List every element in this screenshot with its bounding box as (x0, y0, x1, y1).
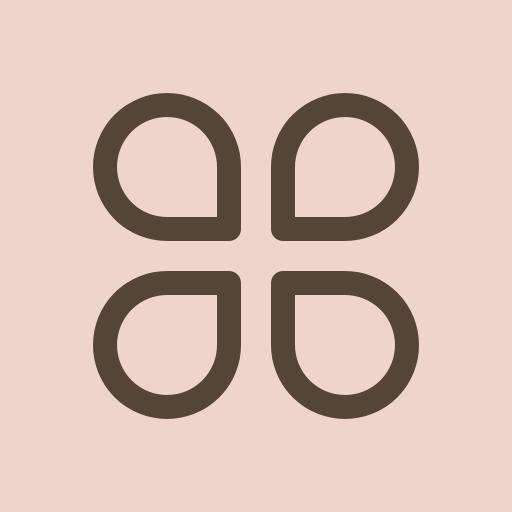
petal-top-left-icon (93, 93, 241, 241)
petal-bottom-right-icon (271, 271, 419, 419)
petal-top-right-icon (271, 93, 419, 241)
app-icon-canvas (0, 0, 512, 512)
petal-bottom-left-icon (93, 271, 241, 419)
four-petal-clover-icon (93, 93, 419, 419)
